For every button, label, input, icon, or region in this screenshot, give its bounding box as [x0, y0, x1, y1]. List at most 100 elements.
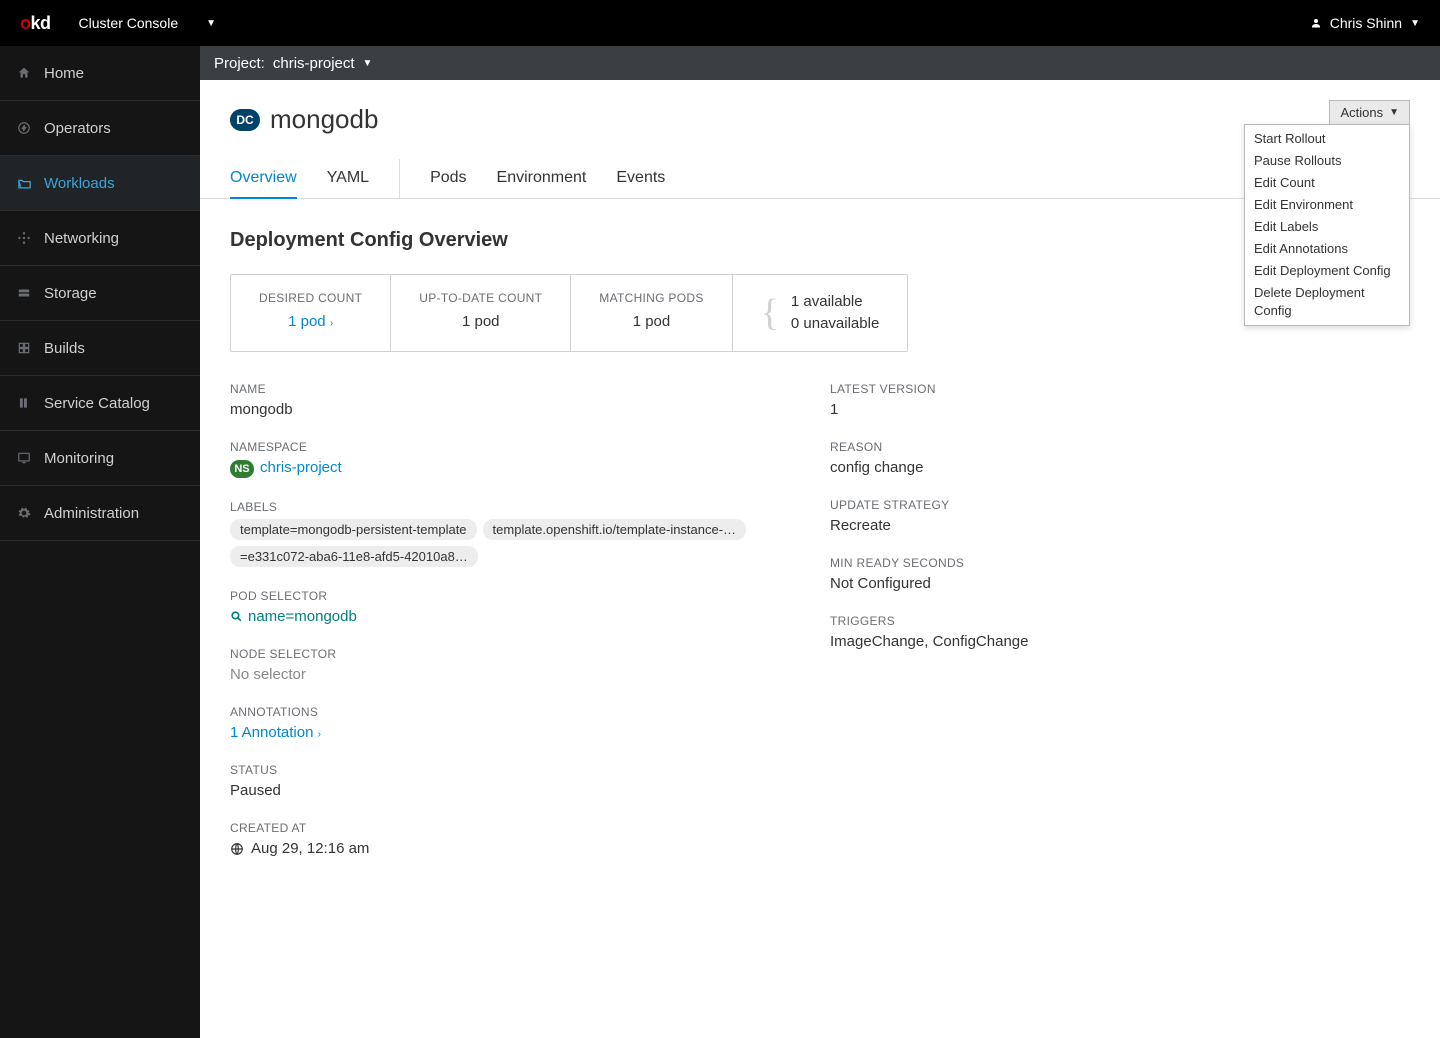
namespace-badge: NS — [230, 460, 254, 478]
section-title: Deployment Config Overview — [230, 229, 1410, 252]
sidebar-item-administration[interactable]: Administration — [0, 486, 200, 541]
action-edit-environment[interactable]: Edit Environment — [1245, 194, 1409, 216]
action-pause-rollouts[interactable]: Pause Rollouts — [1245, 150, 1409, 172]
field-value-min-ready: Not Configured — [830, 575, 1230, 592]
sidebar-item-label: Home — [44, 65, 84, 82]
tab-events[interactable]: Events — [616, 159, 665, 198]
sidebar-item-home[interactable]: Home — [0, 46, 200, 101]
sidebar-item-operators[interactable]: Operators — [0, 101, 200, 156]
sidebar-item-label: Administration — [44, 505, 139, 522]
field-value-created: Aug 29, 12:16 am — [230, 840, 750, 857]
sidebar-item-label: Networking — [44, 230, 119, 247]
chevron-down-icon: ▼ — [1389, 107, 1399, 118]
stat-unavailable: 0 unavailable — [791, 313, 879, 335]
sidebar-item-builds[interactable]: Builds — [0, 321, 200, 376]
field-value-strategy: Recreate — [830, 517, 1230, 534]
field-label-name: Name — [230, 382, 750, 396]
sidebar-item-label: Storage — [44, 285, 97, 302]
stat-matching: MATCHING PODS 1 pod — [571, 275, 732, 351]
user-name: Chris Shinn — [1330, 15, 1402, 31]
action-edit-count[interactable]: Edit Count — [1245, 172, 1409, 194]
field-label-created: Created At — [230, 821, 750, 835]
chevron-right-icon: › — [330, 318, 333, 329]
actions-label: Actions — [1340, 105, 1383, 120]
label-chips: template=mongodb-persistent-template tem… — [230, 519, 750, 567]
sidebar-item-networking[interactable]: Networking — [0, 211, 200, 266]
globe-icon — [230, 842, 244, 856]
project-selector[interactable]: Project: chris-project ▼ — [200, 46, 1440, 80]
stat-availability: { 1 available 0 unavailable — [733, 275, 908, 351]
sidebar-item-label: Operators — [44, 120, 111, 137]
field-label-namespace: Namespace — [230, 440, 750, 454]
stat-uptodate: UP-TO-DATE COUNT 1 pod — [391, 275, 571, 351]
action-start-rollout[interactable]: Start Rollout — [1245, 125, 1409, 150]
sidebar-item-service-catalog[interactable]: Service Catalog — [0, 376, 200, 431]
project-value: chris-project — [273, 55, 355, 72]
topbar: okd Cluster Console ▼ Chris Shinn ▼ — [0, 0, 1440, 46]
gear-icon — [16, 506, 32, 520]
sidebar: Home Operators Workloads Networking Stor… — [0, 46, 200, 1038]
storage-icon — [16, 286, 32, 300]
label-chip[interactable]: template.openshift.io/template-instance-… — [483, 519, 747, 540]
stat-desired-link[interactable]: 1 pod › — [259, 313, 362, 330]
field-label-strategy: Update Strategy — [830, 498, 1230, 512]
page-title: DC mongodb — [230, 104, 1410, 135]
monitor-icon — [16, 451, 32, 465]
pod-selector-link[interactable]: name=mongodb — [230, 608, 750, 625]
search-icon — [230, 610, 243, 623]
stat-available: 1 available — [791, 291, 879, 313]
stat-value: 1 pod — [599, 313, 703, 330]
tab-divider — [399, 159, 400, 198]
home-icon — [16, 66, 32, 80]
action-edit-labels[interactable]: Edit Labels — [1245, 216, 1409, 238]
user-menu[interactable]: Chris Shinn ▼ — [1310, 15, 1420, 31]
console-selector[interactable]: Cluster Console ▼ — [79, 15, 217, 31]
stat-desired: DESIRED COUNT 1 pod › — [231, 275, 391, 351]
field-label-latest: Latest Version — [830, 382, 1230, 396]
field-value-name: mongodb — [230, 401, 750, 418]
field-label-labels: Labels — [230, 500, 750, 514]
sidebar-item-monitoring[interactable]: Monitoring — [0, 431, 200, 486]
tab-yaml[interactable]: YAML — [327, 159, 369, 198]
action-delete-deployment-config[interactable]: Delete Deployment Config — [1245, 282, 1409, 325]
stat-value: 1 pod — [419, 313, 542, 330]
field-value-node-selector: No selector — [230, 666, 750, 683]
bolt-icon — [16, 121, 32, 135]
logo[interactable]: okd — [20, 13, 51, 34]
label-chip[interactable]: =e331c072-aba6-11e8-afd5-42010a8… — [230, 546, 478, 567]
chevron-down-icon: ▼ — [1410, 18, 1420, 29]
content-header: DC mongodb Actions ▼ Start Rollout Pause… — [200, 80, 1440, 135]
stat-label: UP-TO-DATE COUNT — [419, 291, 542, 305]
field-label-triggers: Triggers — [830, 614, 1230, 628]
sidebar-item-label: Service Catalog — [44, 395, 150, 412]
resource-badge: DC — [230, 109, 260, 131]
sidebar-item-label: Monitoring — [44, 450, 114, 467]
field-label-min-ready: Min Ready Seconds — [830, 556, 1230, 570]
field-label-pod-selector: Pod Selector — [230, 589, 750, 603]
chevron-down-icon: ▼ — [363, 58, 373, 69]
sidebar-item-storage[interactable]: Storage — [0, 266, 200, 321]
field-value-reason: config change — [830, 459, 1230, 476]
field-value-triggers: ImageChange, ConfigChange — [830, 633, 1230, 650]
tab-pods[interactable]: Pods — [430, 159, 466, 198]
sidebar-item-label: Workloads — [44, 175, 115, 192]
sidebar-item-workloads[interactable]: Workloads — [0, 156, 200, 211]
catalog-icon — [16, 396, 32, 410]
action-edit-annotations[interactable]: Edit Annotations — [1245, 238, 1409, 260]
sidebar-item-label: Builds — [44, 340, 85, 357]
tab-environment[interactable]: Environment — [497, 159, 587, 198]
resource-title: mongodb — [270, 104, 378, 135]
chevron-down-icon: ▼ — [206, 18, 216, 29]
tab-overview[interactable]: Overview — [230, 159, 297, 199]
field-value-latest: 1 — [830, 401, 1230, 418]
folder-open-icon — [16, 176, 32, 191]
stat-label: DESIRED COUNT — [259, 291, 362, 305]
stat-label: MATCHING PODS — [599, 291, 703, 305]
actions-button[interactable]: Actions ▼ — [1329, 100, 1410, 125]
annotations-link[interactable]: 1 Annotation › — [230, 724, 750, 741]
label-chip[interactable]: template=mongodb-persistent-template — [230, 519, 477, 540]
namespace-link[interactable]: chris-project — [260, 459, 342, 476]
field-label-annotations: Annotations — [230, 705, 750, 719]
field-label-reason: Reason — [830, 440, 1230, 454]
action-edit-deployment-config[interactable]: Edit Deployment Config — [1245, 260, 1409, 282]
